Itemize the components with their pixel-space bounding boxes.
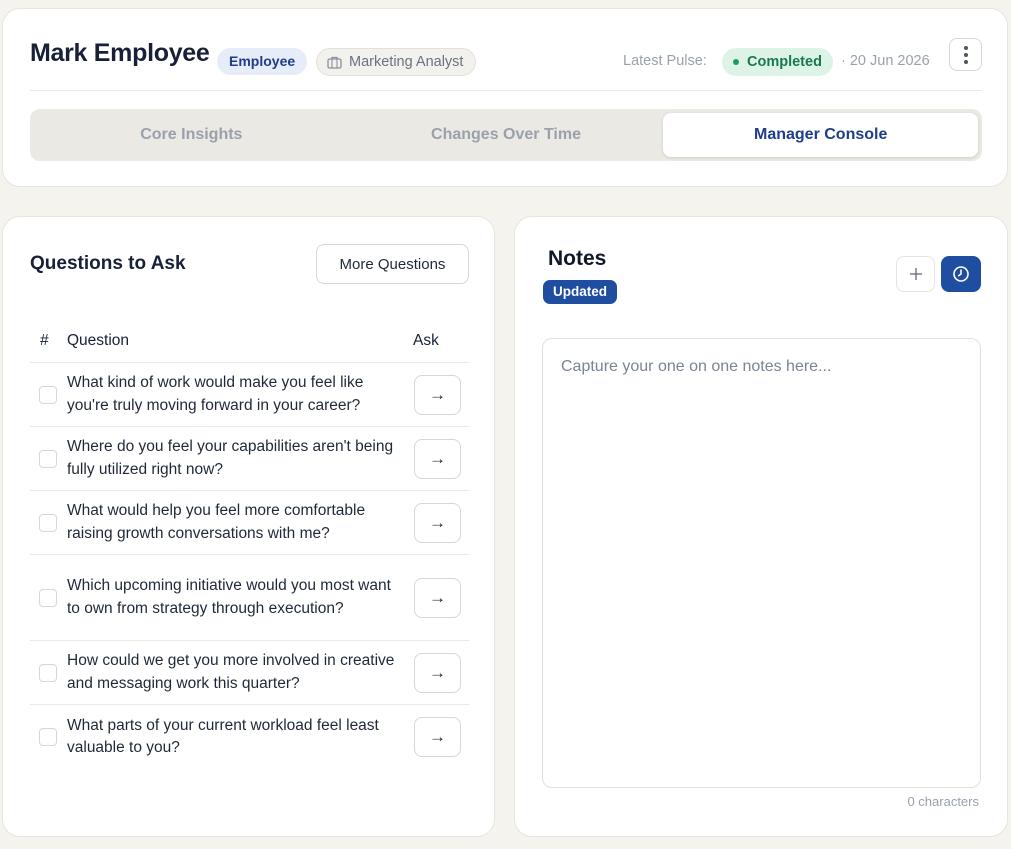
row-checkbox-cell — [30, 588, 67, 607]
pulse-date: · 20 Jun 2026 — [841, 53, 930, 69]
pulse-status-label: Completed — [747, 54, 822, 70]
row-checkbox[interactable] — [39, 588, 57, 607]
ask-button[interactable]: → — [414, 502, 461, 543]
question-text: Which upcoming initiative would you most… — [67, 577, 391, 617]
column-header-ask: Ask — [413, 331, 439, 349]
add-note-button[interactable] — [896, 256, 935, 292]
table-header: # Question Ask — [30, 319, 469, 363]
job-title-badge: Marketing Analyst — [316, 48, 477, 76]
ask-button[interactable]: → — [414, 438, 461, 479]
briefcase-icon — [327, 56, 342, 69]
row-checkbox[interactable] — [39, 663, 57, 682]
arrow-right-icon: → — [429, 512, 446, 532]
table-row: What would help you feel more comfortabl… — [30, 491, 469, 555]
question-text: What parts of your current workload feel… — [67, 716, 379, 757]
employee-header: Mark Employee Employee Marketing Analyst… — [2, 8, 1008, 187]
more-questions-button[interactable]: More Questions — [316, 244, 469, 284]
status-dot-icon — [733, 59, 739, 65]
notes-character-count: 0 characters — [907, 794, 979, 809]
tab-core-insights[interactable]: Core Insights — [34, 113, 349, 157]
table-row: Which upcoming initiative would you most… — [30, 555, 469, 641]
vertical-dots-icon-dot — [963, 59, 968, 64]
column-header-number: # — [40, 331, 49, 349]
notes-textarea[interactable] — [542, 338, 981, 788]
question-text: How could we get you more involved in cr… — [67, 652, 395, 692]
arrow-right-icon: → — [429, 727, 446, 746]
employee-role-badge: Employee — [217, 48, 308, 75]
divider — [30, 90, 982, 91]
more-options-button[interactable] — [949, 38, 982, 71]
question-text: Where do you feel your capabilities aren… — [67, 438, 394, 478]
plus-icon — [909, 268, 922, 280]
row-checkbox[interactable] — [39, 449, 57, 468]
table-row: What parts of your current workload feel… — [30, 705, 469, 769]
pulse-status-badge: Completed — [722, 48, 833, 76]
notes-panel: Notes Updated 0 characters — [514, 216, 1008, 837]
ask-button[interactable]: → — [414, 652, 461, 693]
questions-table: # Question Ask What kind of work would m… — [30, 319, 469, 769]
row-checkbox[interactable] — [39, 728, 57, 746]
vertical-dots-icon-dot — [963, 52, 968, 57]
table-row: How could we get you more involved in cr… — [30, 641, 469, 705]
notes-updated-badge: Updated — [543, 280, 617, 304]
arrow-right-icon: → — [429, 448, 446, 468]
arrow-right-icon: → — [429, 384, 446, 404]
ask-button[interactable]: → — [414, 577, 461, 618]
vertical-dots-icon — [963, 45, 968, 50]
table-row: What kind of work would make you feel li… — [30, 363, 469, 427]
column-header-question: Question — [67, 331, 130, 349]
tab-manager-console[interactable]: Manager Console — [663, 113, 979, 157]
tab-changes-over-time[interactable]: Changes Over Time — [349, 113, 664, 157]
row-checkbox-cell — [30, 385, 67, 404]
table-row: Where do you feel your capabilities aren… — [30, 427, 469, 491]
question-text: What kind of work would make you feel li… — [67, 374, 364, 414]
arrow-right-icon: → — [429, 662, 446, 682]
row-checkbox-cell — [30, 513, 67, 532]
row-checkbox-cell — [30, 663, 67, 682]
question-text: What would help you feel more comfortabl… — [67, 502, 366, 542]
ask-button[interactable]: → — [414, 374, 461, 415]
row-checkbox[interactable] — [39, 513, 57, 532]
questions-panel: Questions to Ask More Questions # Questi… — [2, 216, 495, 837]
latest-pulse-label: Latest Pulse: — [623, 53, 707, 69]
employee-name: Mark Employee — [30, 39, 210, 67]
ask-button[interactable]: → — [414, 717, 461, 757]
view-tabs: Core Insights Changes Over Time Manager … — [30, 109, 982, 161]
row-checkbox[interactable] — [39, 385, 57, 404]
clock-icon — [953, 266, 969, 282]
job-title-label: Marketing Analyst — [349, 54, 464, 70]
notes-title: Notes — [548, 247, 607, 270]
row-checkbox-cell — [30, 449, 67, 468]
row-checkbox-cell — [30, 728, 67, 746]
arrow-right-icon: → — [429, 587, 446, 607]
questions-title: Questions to Ask — [30, 253, 186, 274]
notes-history-button[interactable] — [941, 256, 981, 292]
